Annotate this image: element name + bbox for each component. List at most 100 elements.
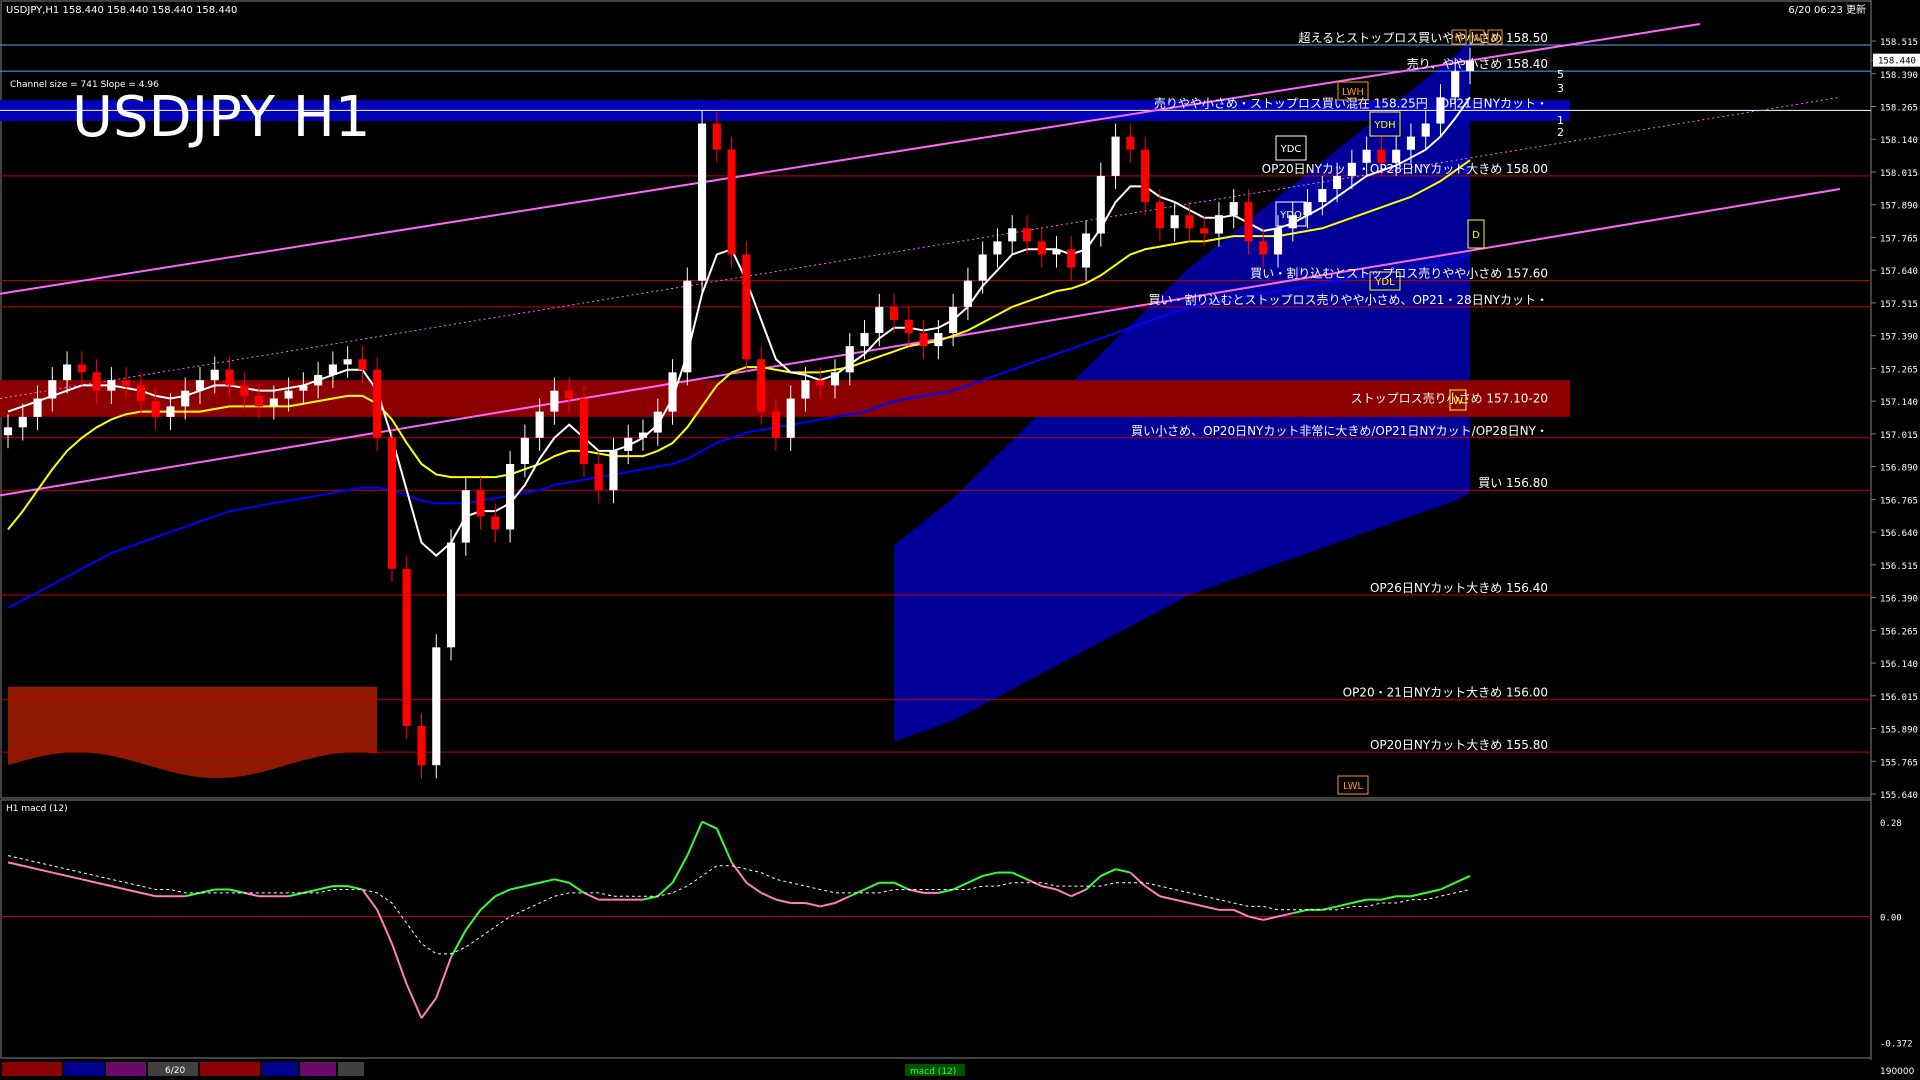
candle-body-35: [520, 437, 529, 464]
candle-body-62: [919, 333, 928, 347]
marker-w: W: [1453, 396, 1463, 407]
marker-ydo: YDO: [1279, 210, 1302, 221]
price-tick-17: 156.515: [1880, 562, 1918, 572]
candle-body-85: [1259, 241, 1268, 255]
candle-body-77: [1141, 149, 1150, 203]
marker-ydc: YDC: [1280, 144, 1302, 155]
level-label-1: 売り、やや小さめ 158.40: [1407, 56, 1548, 71]
bottom-right-value: 190000: [1880, 1067, 1915, 1077]
price-tick-8: 157.640: [1880, 267, 1918, 277]
candle-body-82: [1214, 215, 1224, 234]
candle-body-70: [1037, 241, 1046, 255]
candle-body-96: [1421, 123, 1430, 137]
price-tick-2: 158.390: [1880, 71, 1918, 81]
bottom-tab-2[interactable]: [64, 1062, 104, 1076]
candle-body-53: [786, 398, 795, 438]
candle-body-88: [1303, 202, 1312, 216]
price-tick-9: 157.515: [1880, 300, 1918, 310]
level-label-10: OP20日NYカット大きめ 155.80: [1370, 738, 1548, 752]
price-tick-22: 155.890: [1880, 726, 1918, 736]
candle-body-15: [225, 369, 234, 386]
candle-body-59: [875, 306, 884, 334]
price-tick-7: 157.765: [1880, 234, 1918, 244]
price-tick-20: 156.140: [1880, 660, 1918, 670]
level-label-0: 超えるとストップロス買いやや小さめ 158.50: [1299, 30, 1548, 45]
candle-body-13: [195, 380, 205, 391]
marker-m: M: [1455, 33, 1464, 44]
candle-body-93: [1377, 149, 1386, 163]
candle-body-71: [1052, 249, 1061, 255]
marker-lwh: LWH: [1342, 87, 1364, 98]
candle-body-1: [18, 416, 27, 428]
marker-ydh: YDH: [1373, 120, 1395, 131]
candle-body-27: [402, 568, 411, 726]
candle-body-12: [181, 390, 190, 407]
candle-body-10: [151, 401, 160, 417]
marker-d-top: D: [1491, 33, 1499, 44]
channel-number-0: 5: [1557, 68, 1564, 81]
bottom-tab-5[interactable]: [262, 1062, 298, 1076]
candle-body-21: [314, 374, 323, 386]
candle-body-23: [343, 359, 352, 365]
candle-body-55: [816, 380, 825, 386]
candle-body-74: [1096, 175, 1105, 234]
level-label-3: OP20日NYカット・OP28日NYカット大きめ 158.00: [1262, 162, 1548, 176]
update-datetime: 6/20 06:23 更新: [1788, 3, 1866, 16]
candle-body-33: [491, 516, 500, 530]
level-label-9: OP20・21日NYカット大きめ 156.00: [1343, 686, 1548, 700]
price-tick-18: 156.390: [1880, 595, 1918, 605]
candle-body-32: [476, 490, 485, 517]
candle-body-57: [845, 346, 854, 373]
level-label-7: 買い 156.80: [1478, 476, 1548, 490]
level-label-4: 買い・割り込むとストップロス売りやや小さめ 157.60: [1250, 266, 1548, 281]
candle-body-2: [33, 398, 42, 417]
candle-body-98: [1451, 71, 1460, 98]
candle-body-63: [934, 333, 943, 347]
level-label-8: OP26日NYカット大きめ 156.40: [1370, 581, 1548, 595]
candle-body-40: [594, 464, 603, 491]
bottom-tab-3[interactable]: [106, 1062, 146, 1076]
candle-body-92: [1362, 149, 1371, 163]
candle-body-18: [269, 398, 278, 407]
price-tick-23: 155.765: [1880, 758, 1918, 768]
candle-body-28: [417, 725, 426, 766]
candle-body-67: [993, 241, 1002, 255]
candle-body-17: [254, 395, 264, 407]
candle-body-86: [1273, 228, 1283, 255]
bottom-tab-4[interactable]: [200, 1062, 260, 1076]
level-label-6: 買い小さめ、OP20日NYカット非常に大きめ/OP21日NYカット/OP28日N…: [1131, 424, 1548, 438]
channel-number-3: 2: [1557, 126, 1564, 139]
bottom-tab-1[interactable]: [2, 1062, 62, 1076]
bottom-tab-7[interactable]: [338, 1062, 364, 1076]
bottom-tab-6[interactable]: [300, 1062, 336, 1076]
candle-body-76: [1126, 136, 1135, 150]
candle-body-81: [1200, 228, 1209, 234]
candle-body-19: [284, 390, 293, 399]
symbol-info: USDJPY,H1 158.440 158.440 158.440 158.44…: [6, 5, 237, 16]
candle-body-26: [387, 437, 397, 569]
candle-body-83: [1229, 202, 1238, 216]
candle-body-45: [668, 372, 677, 412]
macd-tick-0: 0.28: [1880, 819, 1902, 829]
candle-body-44: [653, 411, 662, 433]
candle-body-64: [949, 306, 958, 334]
chart-title: USDJPY H1: [72, 85, 370, 150]
candle-body-61: [904, 319, 913, 334]
price-tick-14: 156.890: [1880, 464, 1918, 474]
candle-body-4: [63, 364, 72, 381]
marker-d: D: [1472, 230, 1480, 241]
price-tick-13: 157.015: [1880, 431, 1918, 441]
candle-body-7: [107, 380, 116, 391]
marker-w-top: W: [1472, 33, 1482, 44]
price-tick-11: 157.265: [1880, 365, 1918, 375]
price-tick-0: 158.515: [1880, 38, 1918, 48]
candle-body-69: [1022, 228, 1032, 242]
candle-body-25: [373, 369, 382, 438]
candle-body-41: [609, 450, 618, 491]
price-tick-24: 155.640: [1880, 791, 1918, 801]
candle-body-49: [727, 149, 736, 255]
candle-body-0: [3, 427, 13, 436]
candle-body-56: [830, 372, 840, 386]
candle-body-60: [889, 306, 899, 320]
price-tick-3: 158.265: [1880, 104, 1918, 114]
